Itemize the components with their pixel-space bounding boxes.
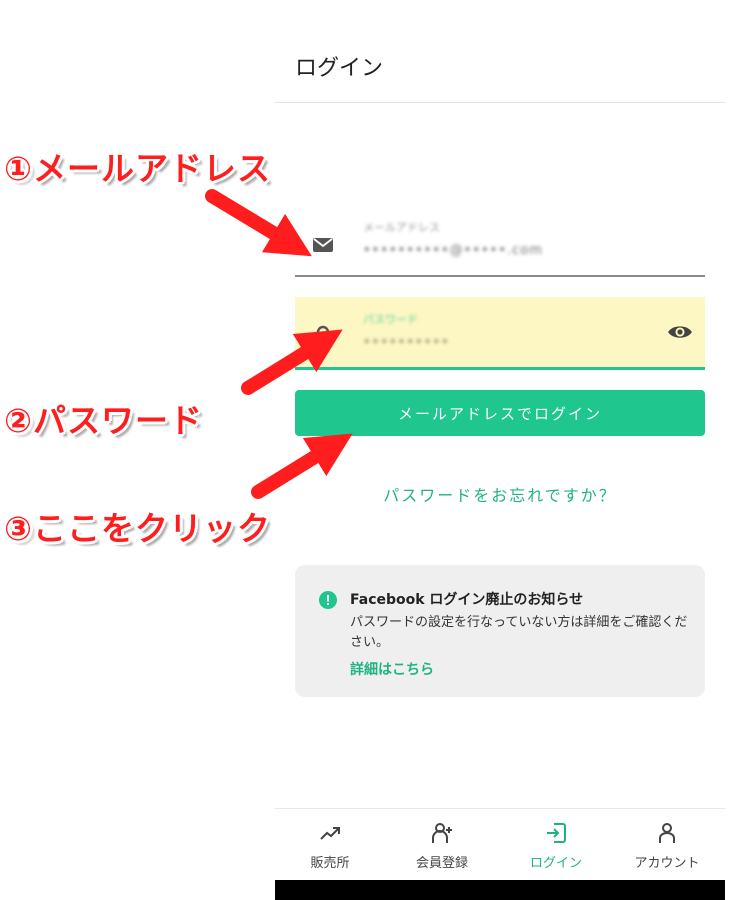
system-bar — [275, 880, 725, 900]
email-label: メールアドレス — [363, 221, 440, 234]
mail-icon — [313, 238, 333, 252]
user-add-icon — [432, 823, 452, 843]
nav-label: 会員登録 — [415, 856, 468, 871]
info-icon — [319, 591, 337, 609]
annotation-step1: ①メールアドレス — [4, 149, 271, 188]
password-label: パスワード — [363, 313, 418, 326]
nav-label: アカウント — [634, 856, 700, 871]
page-title: ログイン — [295, 56, 384, 81]
annotation-step3: ③ここをクリック — [4, 509, 271, 548]
header: ログイン — [275, 0, 725, 103]
notice-details-link[interactable]: 詳細はこちら — [350, 659, 434, 679]
login-icon — [547, 823, 566, 843]
trend-up-icon — [320, 827, 340, 840]
email-login-button[interactable]: メールアドレスでログイン — [295, 390, 705, 436]
forgot-password-link[interactable]: パスワードをお忘れですか？ — [275, 482, 725, 506]
bottom-nav: 販売所 会員登録 ログイン アカウント — [275, 808, 725, 881]
email-field[interactable]: メールアドレス ••••••••••@•••••.com — [295, 205, 705, 277]
notice-body: パスワードの設定を行なっていない方は詳細をご確認ください。 — [350, 615, 688, 650]
nav-item-login[interactable]: ログイン — [511, 821, 601, 871]
nav-item-register[interactable]: 会員登録 — [397, 821, 487, 871]
annotation-step2: ②パスワード — [4, 401, 203, 440]
password-field[interactable]: パスワード •••••••••• — [295, 297, 705, 370]
nav-item-account[interactable]: アカウント — [622, 821, 712, 871]
user-icon — [659, 823, 675, 843]
email-value: ••••••••••@•••••.com — [363, 243, 543, 258]
lock-icon — [315, 325, 331, 347]
nav-item-exchange[interactable]: 販売所 — [285, 821, 375, 871]
nav-label: 販売所 — [310, 856, 350, 871]
notice-box: Facebook ログイン廃止のお知らせ パスワードの設定を行なっていない方は詳… — [295, 565, 705, 697]
app-screen: ログイン メールアドレス ••••••••••@•••••.com パスワード … — [275, 0, 725, 900]
password-value: •••••••••• — [363, 335, 450, 350]
notice-title: Facebook ログイン廃止のお知らせ — [350, 592, 584, 608]
eye-icon[interactable] — [667, 319, 693, 345]
nav-label: ログイン — [529, 856, 582, 871]
